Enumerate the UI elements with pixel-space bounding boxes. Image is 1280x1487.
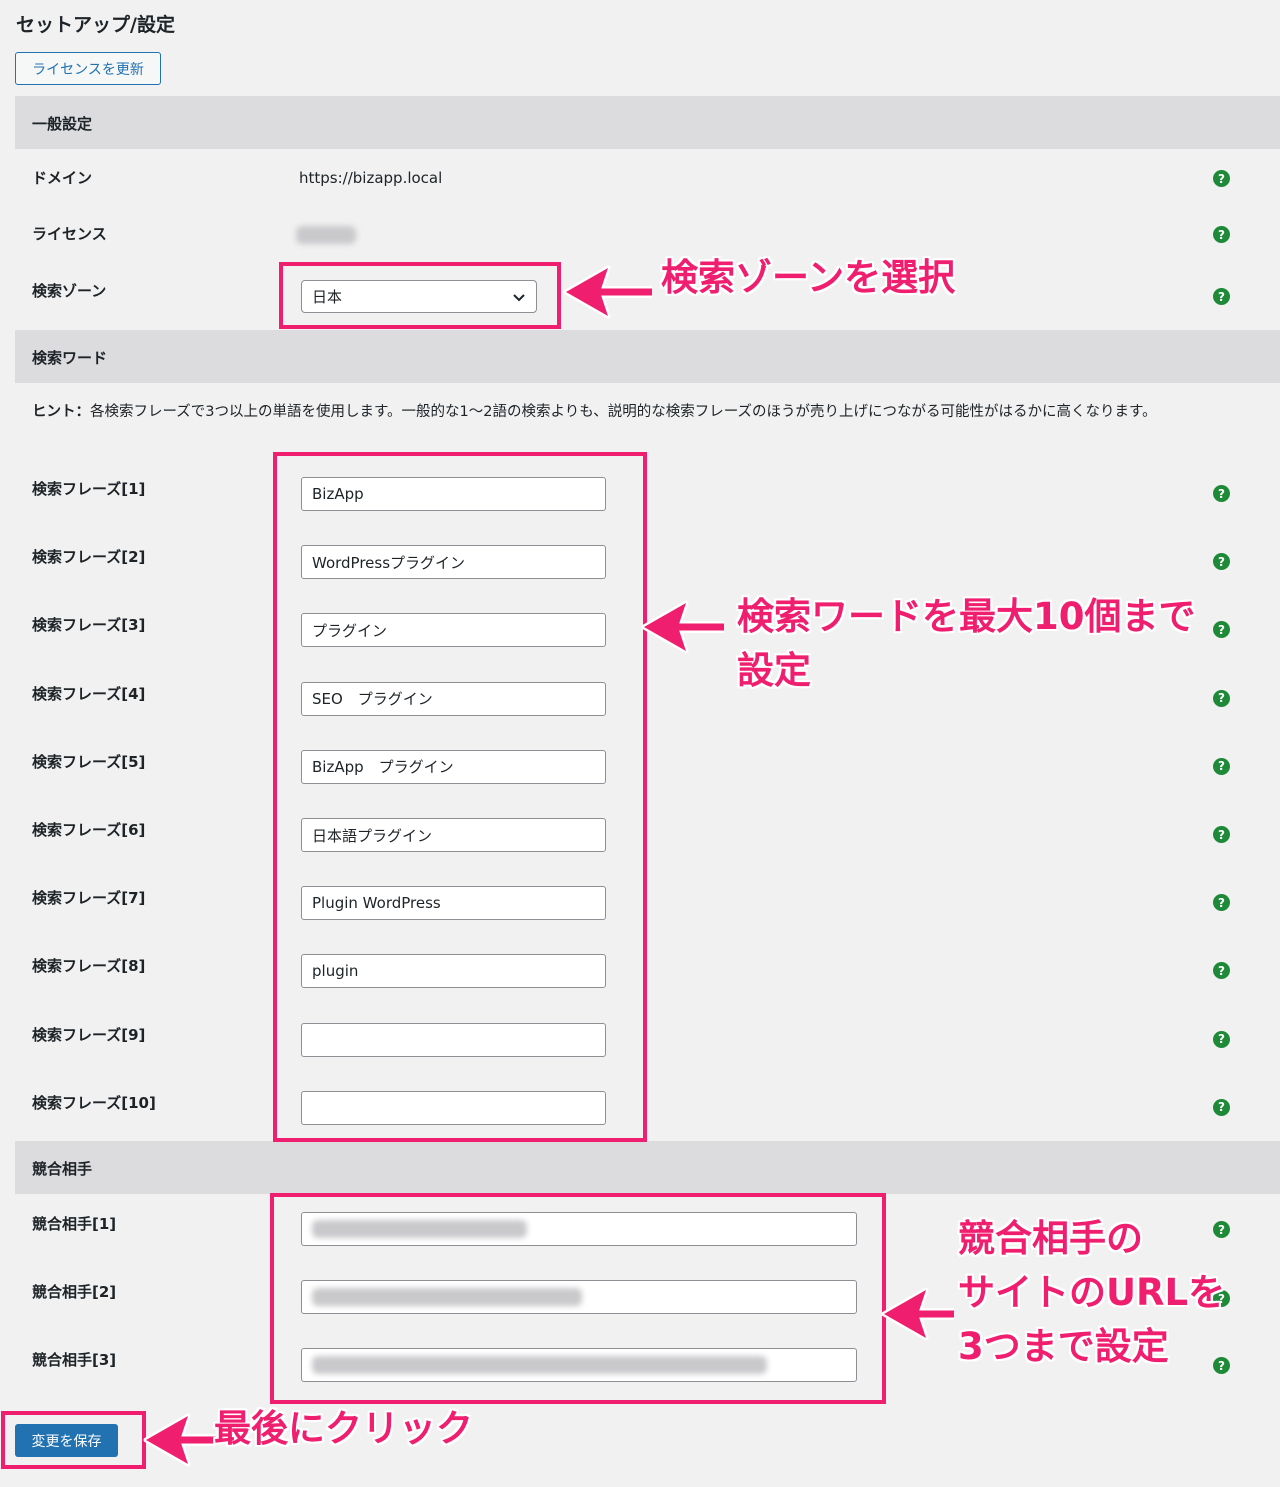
search-phrase-help-icon-3[interactable]: ? xyxy=(1213,621,1230,639)
page-title: セットアップ/設定 xyxy=(16,14,175,36)
search-phrase-help-icon-2[interactable]: ? xyxy=(1213,553,1230,571)
competitors-annotation-line2: サイトのURLを xyxy=(958,1271,1226,1314)
license-value-redacted xyxy=(296,226,356,244)
save-annotation: 最後にクリック xyxy=(214,1407,473,1450)
competitor-label-3: 競合相手[3] xyxy=(32,1351,117,1369)
search-phrase-label-4: 検索フレーズ[4] xyxy=(32,684,146,703)
keywords-annotation: 検索ワードを最大10個まで 設定 xyxy=(737,590,1196,698)
keywords-hint: ヒント：各検索フレーズで3つ以上の単語を使用します。一般的な1〜2語の検索よりも… xyxy=(32,402,1264,423)
search-phrase-help-icon-9[interactable]: ? xyxy=(1213,1030,1230,1048)
search-phrase-help-icon-6[interactable]: ? xyxy=(1213,826,1230,843)
domain-help-icon[interactable]: ? xyxy=(1213,170,1230,187)
zone-highlight-box xyxy=(279,262,561,329)
search-phrase-help-icon-8[interactable]: ? xyxy=(1213,962,1230,980)
competitors-annotation-line3: 3つまで設定 xyxy=(958,1325,1169,1368)
competitors-annotation: 競合相手の サイトのURLを 3つまで設定 xyxy=(958,1212,1225,1374)
save-highlight-box xyxy=(1,1411,146,1469)
hint-text: 各検索フレーズで3つ以上の単語を使用します。一般的な1〜2語の検索よりも、説明的… xyxy=(90,404,1157,420)
competitors-header: 競合相手 xyxy=(15,1141,1280,1194)
search-phrase-help-icon-4[interactable]: ? xyxy=(1213,689,1230,707)
keywords-header: 検索ワード xyxy=(15,330,1280,383)
keywords-annotation-line2: 設定 xyxy=(737,649,811,692)
license-label: ライセンス xyxy=(32,225,107,243)
domain-value: https://bizapp.local xyxy=(299,169,443,187)
search-phrase-label-8: 検索フレーズ[8] xyxy=(32,957,146,976)
competitors-heading: 競合相手 xyxy=(32,1160,93,1178)
general-settings-heading: 一般設定 xyxy=(32,115,93,133)
keywords-highlight-box xyxy=(273,452,647,1142)
search-phrase-help-icon-5[interactable]: ? xyxy=(1213,757,1230,775)
competitors-annotation-line1: 競合相手の xyxy=(958,1217,1143,1260)
save-arrow-icon xyxy=(143,1413,216,1467)
general-settings-header: 一般設定 xyxy=(15,96,1280,149)
search-phrase-help-icon-7[interactable]: ? xyxy=(1213,894,1230,912)
search-zone-help-icon[interactable]: ? xyxy=(1213,288,1230,305)
zone-arrow-icon xyxy=(563,265,652,319)
search-phrase-label-2: 検索フレーズ[2] xyxy=(32,548,146,567)
search-phrase-label-5: 検索フレーズ[5] xyxy=(32,752,146,771)
update-license-button[interactable]: ライセンスを更新 xyxy=(15,52,161,85)
competitor-label-2: 競合相手[2] xyxy=(32,1283,117,1301)
search-zone-label: 検索ゾーン xyxy=(32,282,107,300)
search-phrase-label-9: 検索フレーズ[9] xyxy=(32,1025,146,1044)
search-phrase-help-icon-10[interactable]: ? xyxy=(1213,1098,1230,1116)
search-phrase-label-3: 検索フレーズ[3] xyxy=(32,616,146,635)
search-phrase-label-10: 検索フレーズ[10] xyxy=(32,1093,156,1112)
domain-label: ドメイン xyxy=(32,169,93,187)
competitors-arrow-icon xyxy=(881,1287,954,1341)
hint-prefix: ヒント： xyxy=(32,404,90,420)
keywords-annotation-line1: 検索ワードを最大10個まで xyxy=(737,595,1196,638)
license-help-icon[interactable]: ? xyxy=(1213,226,1230,243)
competitor-label-1: 競合相手[1] xyxy=(32,1215,117,1233)
keywords-arrow-icon xyxy=(641,600,724,654)
search-phrase-label-7: 検索フレーズ[7] xyxy=(32,889,146,908)
zone-annotation: 検索ゾーンを選択 xyxy=(661,256,956,299)
search-phrase-label-1: 検索フレーズ[1] xyxy=(32,480,146,498)
keywords-heading: 検索ワード xyxy=(32,349,108,367)
search-phrase-help-icon-1[interactable]: ? xyxy=(1213,485,1230,502)
search-phrase-label-6: 検索フレーズ[6] xyxy=(32,821,146,839)
competitors-highlight-box xyxy=(270,1193,886,1404)
